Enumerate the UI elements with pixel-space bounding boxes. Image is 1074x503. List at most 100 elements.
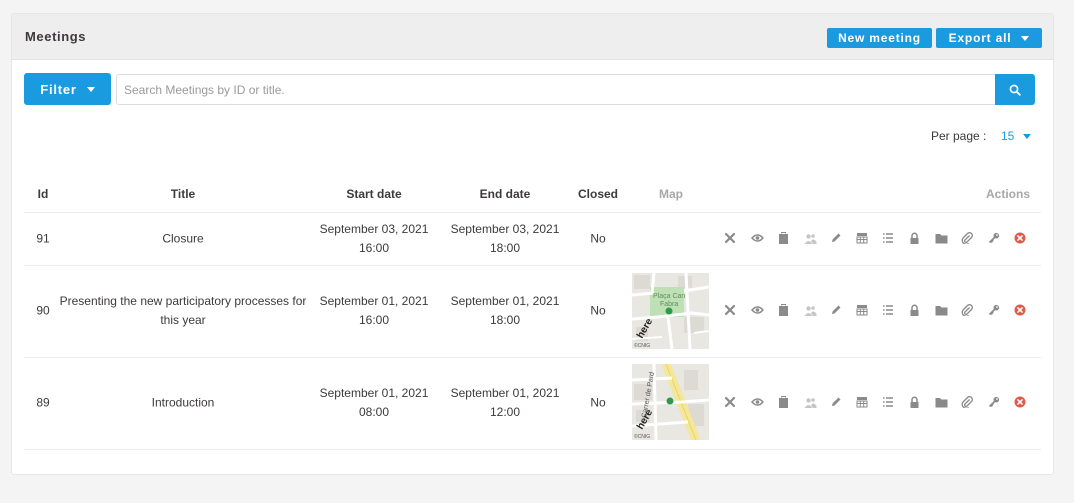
pencil-icon[interactable] — [828, 392, 844, 412]
lock-icon[interactable] — [906, 228, 922, 248]
pencil-icon[interactable] — [828, 228, 844, 248]
delete-icon[interactable] — [1012, 300, 1028, 320]
start-date: September 01, 2021 — [319, 294, 429, 308]
paperclip-icon[interactable] — [959, 392, 975, 412]
card-header: Meetings New meeting Export all — [12, 14, 1053, 60]
row-closed: No — [590, 395, 606, 410]
users-icon — [802, 228, 818, 248]
new-meeting-label: New meeting — [838, 31, 921, 45]
map-thumbnail[interactable]: Plaça Can Fabra here ©CNIG — [632, 273, 709, 349]
key-icon[interactable] — [986, 300, 1002, 320]
search-input[interactable] — [116, 74, 996, 105]
end-date: September 03, 2021 — [450, 222, 560, 236]
key-icon[interactable] — [986, 392, 1002, 412]
map-label: Plaça Can — [653, 293, 685, 300]
calendar-icon[interactable] — [854, 300, 870, 320]
delete-icon[interactable] — [1012, 392, 1028, 412]
eye-icon[interactable] — [749, 392, 765, 412]
row-end: September 01, 2021 12:00 — [451, 384, 560, 422]
filter-button[interactable]: Filter — [24, 73, 111, 105]
divider — [24, 357, 1041, 358]
lock-icon[interactable] — [906, 300, 922, 320]
map-thumbnail[interactable]: Carrer de Pard here ©CNIG — [632, 364, 709, 440]
divider — [24, 449, 1041, 450]
export-all-label: Export all — [948, 31, 1012, 45]
map-credit: ©CNIG — [634, 433, 650, 440]
end-time: 12:00 — [489, 405, 521, 419]
new-meeting-button[interactable]: New meeting — [827, 28, 932, 48]
list-icon[interactable] — [880, 228, 896, 248]
eye-icon[interactable] — [749, 300, 765, 320]
divider — [24, 212, 1041, 213]
close-icon[interactable] — [722, 228, 738, 248]
calendar-icon[interactable] — [854, 228, 870, 248]
column-header-closed[interactable]: Closed — [578, 187, 618, 201]
search-icon — [1009, 84, 1021, 96]
folder-icon[interactable] — [933, 228, 949, 248]
row-id: 89 — [36, 395, 50, 410]
per-page-select[interactable]: 15 — [1001, 129, 1032, 143]
list-icon[interactable] — [880, 300, 896, 320]
pencil-icon[interactable] — [828, 300, 844, 320]
end-date: September 01, 2021 — [450, 294, 560, 308]
start-date: September 03, 2021 — [319, 222, 429, 236]
map-credit: ©CNIG — [634, 342, 650, 349]
map-image: Plaça Can Fabra here ©CNIG — [632, 273, 709, 349]
row-actions — [722, 228, 1042, 248]
divider — [24, 265, 1041, 266]
row-closed: No — [590, 303, 606, 318]
per-page-value: 15 — [1001, 129, 1015, 143]
start-time: 16:00 — [358, 313, 390, 327]
row-start: September 01, 2021 08:00 — [320, 384, 429, 422]
chevron-down-icon — [1021, 35, 1030, 41]
row-title: Introduction — [151, 395, 215, 410]
lock-icon[interactable] — [906, 392, 922, 412]
column-header-id[interactable]: Id — [38, 187, 49, 201]
end-time: 18:00 — [489, 241, 521, 255]
start-date: September 01, 2021 — [319, 386, 429, 400]
key-icon[interactable] — [986, 228, 1002, 248]
row-id: 91 — [36, 231, 50, 246]
paperclip-icon[interactable] — [959, 300, 975, 320]
eye-icon[interactable] — [749, 228, 765, 248]
row-start: September 01, 2021 16:00 — [320, 292, 429, 330]
clipboard-icon[interactable] — [775, 228, 791, 248]
filter-label: Filter — [40, 81, 77, 97]
column-header-start-date[interactable]: Start date — [346, 187, 401, 201]
map-label: Fabra — [660, 301, 678, 308]
paperclip-icon[interactable] — [959, 228, 975, 248]
export-all-button[interactable]: Export all — [936, 28, 1042, 48]
row-end: September 01, 2021 18:00 — [451, 292, 560, 330]
search-button[interactable] — [995, 74, 1035, 105]
map-image: Carrer de Pard here ©CNIG — [632, 364, 709, 440]
per-page-label: Per page : — [931, 129, 987, 143]
folder-icon[interactable] — [933, 392, 949, 412]
column-header-title[interactable]: Title — [171, 187, 195, 201]
column-header-actions: Actions — [985, 187, 1031, 201]
row-end: September 03, 2021 18:00 — [451, 220, 560, 258]
clipboard-icon[interactable] — [775, 300, 791, 320]
chevron-down-icon — [86, 86, 95, 92]
close-icon[interactable] — [722, 300, 738, 320]
users-icon — [802, 392, 818, 412]
row-actions — [722, 392, 1042, 412]
users-icon — [802, 300, 818, 320]
start-time: 16:00 — [358, 241, 390, 255]
folder-icon[interactable] — [933, 300, 949, 320]
chevron-down-icon — [1023, 133, 1032, 139]
calendar-icon[interactable] — [854, 392, 870, 412]
close-icon[interactable] — [722, 392, 738, 412]
meetings-card: Meetings New meeting Export all Filter P… — [11, 13, 1054, 475]
row-id: 90 — [36, 303, 50, 318]
row-title: Closure — [162, 231, 204, 246]
delete-icon[interactable] — [1012, 228, 1028, 248]
row-title: Presenting the new participatory process… — [59, 294, 307, 327]
row-actions — [722, 300, 1042, 320]
column-header-end-date[interactable]: End date — [480, 187, 531, 201]
end-time: 18:00 — [489, 313, 521, 327]
start-time: 08:00 — [358, 405, 390, 419]
column-header-map: Map — [659, 187, 683, 201]
clipboard-icon[interactable] — [775, 392, 791, 412]
list-icon[interactable] — [880, 392, 896, 412]
row-closed: No — [590, 231, 606, 246]
